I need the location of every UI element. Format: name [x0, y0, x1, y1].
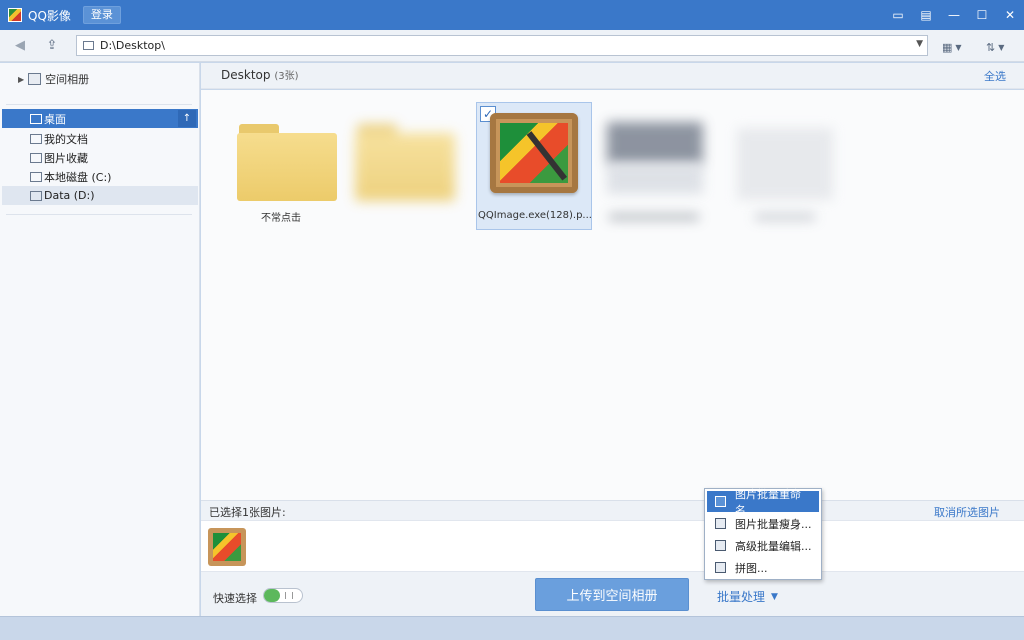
picture-icon [30, 152, 42, 163]
sidebar-item-my-documents[interactable]: 我的文档 [2, 129, 198, 148]
blurred-caption [755, 214, 815, 220]
menu-item-advanced-batch-edit[interactable]: 高级批量编辑... [707, 535, 819, 556]
thumbnail-grid: 不常点击 ✓ QQImage.exe(128).p... [201, 90, 1024, 500]
title-bar: QQ影像 登录 ▭ ▤ — ☐ ✕ [0, 0, 1024, 30]
sidebar-item-label: 我的文档 [44, 132, 88, 146]
menu-item-batch-compress[interactable]: 图片批量瘦身... [707, 513, 819, 534]
image-count: (3张) [274, 71, 299, 82]
menu-item-label: 高级批量编辑... [735, 539, 812, 553]
sidebar-item-drive-c[interactable]: 本地磁盘 (C:) [2, 167, 198, 186]
rename-icon [715, 496, 726, 507]
thumbnail-folder[interactable] [341, 102, 457, 230]
sidebar-item-label: 本地磁盘 (C:) [44, 170, 112, 184]
thumbnail-folder[interactable]: 不常点击 [223, 102, 339, 230]
drive-icon [30, 190, 42, 201]
close-icon[interactable]: ✕ [996, 0, 1024, 30]
selection-bar: 已选择1张图片: 取消所选图片 [201, 500, 1024, 520]
drive-icon [30, 171, 42, 182]
folder-icon [355, 124, 455, 202]
menu-item-label: 图片批量瘦身... [735, 517, 812, 531]
thumbnail-caption: QQImage.exe(128).p... [478, 210, 592, 221]
menu-item-collage[interactable]: 拼图... [707, 557, 819, 578]
up-folder-icon: ⇪ [46, 38, 58, 53]
select-all-link[interactable]: 全选 [984, 68, 1006, 84]
toggle-grip-icon [285, 592, 293, 599]
selected-images-strip [201, 520, 1024, 572]
sidebar-divider [6, 214, 192, 215]
upload-arrow-icon[interactable]: ↑ [178, 110, 196, 127]
batch-process-label: 批量处理 [717, 590, 766, 604]
status-bar [0, 616, 1024, 640]
thumbnail-image-selected[interactable]: ✓ QQImage.exe(128).p... [476, 102, 592, 230]
sidebar-item-label: Data (D:) [44, 189, 95, 202]
sidebar-item-desktop[interactable]: 桌面 ↑ [2, 109, 198, 128]
qqimage-app-icon [490, 113, 578, 193]
sidebar-item-drive-d[interactable]: Data (D:) [2, 186, 198, 205]
selected-image-thumb[interactable] [208, 528, 246, 566]
minimize-icon[interactable]: — [940, 0, 968, 30]
back-arrow-icon: ◀ [15, 38, 25, 53]
blurred-caption [609, 214, 699, 220]
sidebar-item-label: 图片收藏 [44, 151, 88, 165]
content-header: Desktop (3张) 全选 [201, 63, 1024, 89]
address-toolbar: ◀ ⇪ D:\Desktop\ ▼ ▦ ▼ ⇅ ▼ [0, 30, 1024, 62]
chevron-down-icon[interactable]: ▼ [916, 39, 923, 49]
selection-label: 已选择1张图片: [209, 506, 286, 519]
back-button[interactable]: ◀ [8, 35, 32, 57]
toggle-on-indicator [264, 589, 280, 602]
batch-edit-icon [715, 540, 726, 551]
skin-icon[interactable]: ▤ [912, 0, 940, 30]
chevron-down-icon: ▼ [771, 591, 778, 602]
cancel-selection-link[interactable]: 取消所选图片 [934, 504, 1000, 520]
folder-icon [237, 124, 337, 202]
sort-icon: ⇅ [986, 40, 996, 54]
album-icon [28, 73, 42, 85]
sort-button[interactable]: ⇅ ▼ [986, 38, 1004, 56]
thumbnail-image[interactable] [727, 102, 843, 230]
app-title: QQ影像 [28, 8, 71, 23]
computer-icon [83, 41, 94, 50]
grid-view-icon: ▦ [942, 40, 953, 54]
address-input[interactable]: D:\Desktop\ ▼ [76, 35, 928, 56]
upload-button[interactable]: 上传到空间相册 [535, 578, 689, 611]
menu-item-label: 拼图... [735, 561, 768, 575]
batch-process-button[interactable]: 批量处理 ▼ [717, 588, 778, 605]
view-mode-button[interactable]: ▦ ▼ [942, 38, 962, 56]
quick-select-toggle[interactable] [263, 588, 303, 603]
thumbnail-caption: 不常点击 [261, 213, 301, 224]
desktop-icon [30, 113, 42, 124]
blurred-image [607, 122, 703, 164]
folder-title: Desktop (3张) [221, 67, 299, 82]
document-icon [30, 133, 42, 144]
folder-name: Desktop [221, 68, 271, 82]
maximize-icon[interactable]: ☐ [968, 0, 996, 30]
menu-item-batch-rename[interactable]: 图片批量重命名... [707, 488, 819, 517]
sidebar-item-qzone-album[interactable]: ▶ 空间相册 [18, 71, 89, 87]
collage-icon [715, 562, 726, 573]
compress-icon [715, 518, 726, 529]
thumbnail-image[interactable] [597, 102, 713, 230]
batch-process-menu: 图片批量重命名... 图片批量瘦身... 高级批量编辑... 拼图... [704, 488, 822, 580]
app-logo-icon [8, 8, 22, 22]
address-path: D:\Desktop\ [100, 39, 165, 52]
window-controls: ▭ ▤ — ☐ ✕ [884, 0, 1024, 30]
expand-arrow-icon[interactable]: ▶ [18, 75, 24, 84]
sidebar-item-label: 桌面 [44, 112, 66, 126]
feedback-icon[interactable]: ▭ [884, 0, 912, 30]
sidebar-divider [6, 104, 192, 105]
sidebar-root-label: 空间相册 [45, 73, 90, 86]
quick-select-label: 快速选择 [213, 592, 257, 605]
login-button[interactable]: 登录 [82, 6, 121, 24]
blurred-image [737, 128, 833, 200]
bottom-toolbar: 快速选择 上传到空间相册 批量处理 ▼ [201, 572, 1024, 616]
sidebar-item-pictures[interactable]: 图片收藏 [2, 148, 198, 167]
blurred-image [607, 164, 703, 194]
sidebar: ▶ 空间相册 桌面 ↑ 我的文档 图片收藏 本地磁盘 (C:) Data (D:… [0, 63, 200, 616]
up-folder-button[interactable]: ⇪ [40, 35, 64, 57]
